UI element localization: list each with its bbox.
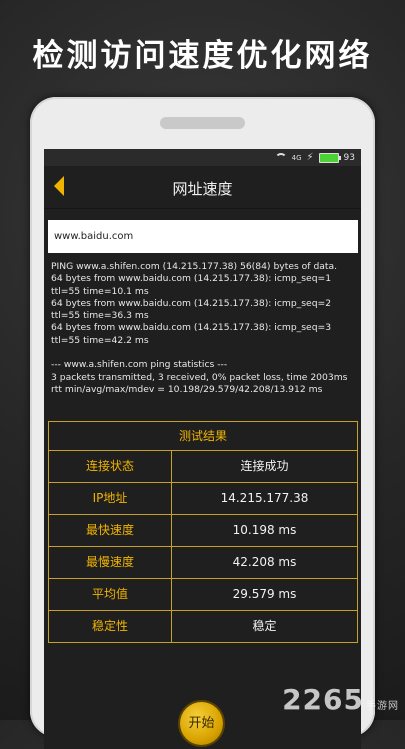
row-label: 稳定性 — [49, 611, 172, 642]
row-label: 平均值 — [49, 579, 172, 610]
table-row: 稳定性 稳定 — [49, 611, 357, 642]
row-value: 14.215.177.38 — [220, 491, 309, 505]
watermark-logo: 2265 手游网 — [282, 683, 399, 716]
table-row: IP地址 14.215.177.38 — [49, 483, 357, 515]
promo-headline: 检测访问速度优化网络 — [32, 38, 373, 74]
watermark-text: 2265 — [282, 683, 364, 716]
url-input[interactable]: www.baidu.com — [48, 220, 358, 253]
row-value: 连接成功 — [240, 459, 289, 473]
row-value: 稳定 — [252, 619, 277, 633]
table-row: 最慢速度 42.208 ms — [49, 547, 357, 579]
phone-speaker — [160, 117, 245, 129]
battery-icon — [318, 152, 341, 163]
start-button[interactable]: 开始 — [180, 702, 223, 745]
row-value: 10.198 ms — [232, 523, 297, 537]
charging-icon: ⚡ — [306, 152, 314, 163]
phone-frame: 4G ⚡ 93 网址速度 www.baidu.com PING www.a.sh… — [30, 97, 375, 749]
watermark-sub: 手游网 — [366, 701, 399, 712]
ping-log: PING www.a.shifen.com (14.215.177.38) 56… — [51, 261, 348, 395]
phone-screen: 4G ⚡ 93 网址速度 www.baidu.com PING www.a.sh… — [44, 149, 361, 749]
table-row: 最快速度 10.198 ms — [49, 515, 357, 547]
row-label: IP地址 — [49, 483, 172, 514]
table-row: 平均值 29.579 ms — [49, 579, 357, 611]
wifi-icon — [274, 153, 287, 162]
page-title: 网址速度 — [172, 180, 233, 198]
row-label: 最快速度 — [49, 515, 172, 546]
app-bar: 网址速度 — [44, 166, 361, 209]
row-value: 29.579 ms — [232, 587, 297, 601]
results-title: 测试结果 — [49, 422, 357, 451]
row-value: 42.208 ms — [232, 555, 297, 569]
table-row: 连接状态 连接成功 — [49, 451, 357, 483]
status-bar: 4G ⚡ 93 — [44, 149, 361, 166]
signal-label: 4G — [291, 153, 302, 162]
row-label: 连接状态 — [49, 451, 172, 482]
row-label: 最慢速度 — [49, 547, 172, 578]
battery-level: 93 — [343, 152, 355, 163]
results-table: 测试结果 连接状态 连接成功 IP地址 14.215.177.38 最快速度 1… — [48, 421, 358, 643]
